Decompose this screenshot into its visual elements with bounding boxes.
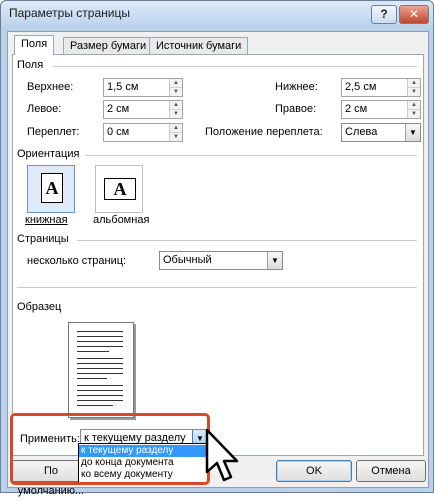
gutter-position-label: Положение переплета: — [205, 126, 323, 138]
landscape-page-icon: A — [104, 178, 136, 200]
spin-down-icon[interactable]: ▼ — [169, 110, 182, 118]
margins-section-label: Поля — [17, 59, 44, 71]
bottom-margin-label: Нижнее: — [275, 81, 318, 93]
orientation-section-label: Ориентация — [17, 148, 80, 160]
bottom-margin-spinner[interactable]: 2,5 см ▲ ▼ — [341, 78, 421, 97]
right-margin-spinner[interactable]: 2 см ▲ ▼ — [341, 100, 421, 119]
tab-paper-size[interactable]: Размер бумаги — [63, 37, 154, 54]
divider — [77, 240, 417, 241]
multiple-pages-value: Обычный — [163, 254, 212, 266]
gutter-position-value: Слева — [345, 126, 378, 138]
spin-down-icon[interactable]: ▼ — [407, 88, 420, 96]
preview-section-label: Образец — [17, 301, 62, 313]
preview-page — [68, 322, 134, 418]
dialog-title: Параметры страницы — [9, 6, 130, 20]
pages-section-label: Страницы — [17, 233, 69, 245]
right-margin-label: Правое: — [275, 103, 317, 115]
left-margin-label: Левое: — [27, 103, 62, 115]
spin-up-icon[interactable]: ▲ — [407, 101, 420, 110]
gutter-label: Переплет: — [27, 126, 80, 138]
landscape-label: альбомная — [93, 214, 150, 226]
divider — [53, 66, 417, 67]
gutter-spinner[interactable]: 0 см ▲ ▼ — [103, 123, 183, 142]
chevron-down-icon[interactable]: ▼ — [405, 124, 420, 141]
spin-down-icon[interactable]: ▼ — [169, 88, 182, 96]
title-bar: Параметры страницы ? ✕ — [1, 1, 433, 27]
help-button[interactable]: ? — [371, 5, 397, 24]
left-margin-spinner[interactable]: 2 см ▲ ▼ — [103, 100, 183, 119]
bottom-margin-value: 2,5 см — [345, 81, 377, 93]
right-margin-value: 2 см — [345, 103, 368, 115]
spin-up-icon[interactable]: ▲ — [169, 124, 182, 133]
top-margin-spinner[interactable]: 1,5 см ▲ ▼ — [103, 78, 183, 97]
tab-paper-source[interactable]: Источник бумаги — [149, 37, 249, 54]
spin-up-icon[interactable]: ▲ — [169, 79, 182, 88]
spin-down-icon[interactable]: ▼ — [407, 110, 420, 118]
mouse-pointer-icon — [205, 428, 239, 482]
spin-down-icon[interactable]: ▼ — [169, 133, 182, 141]
divider — [85, 155, 417, 156]
spin-up-icon[interactable]: ▲ — [169, 101, 182, 110]
multiple-pages-label: несколько страниц: — [27, 255, 127, 267]
highlight-frame — [10, 413, 210, 485]
landscape-option[interactable]: A — [95, 165, 143, 213]
cancel-button[interactable]: Отмена — [356, 460, 426, 482]
left-margin-value: 2 см — [107, 103, 130, 115]
multiple-pages-select[interactable]: Обычный ▼ — [159, 251, 283, 270]
portrait-page-icon: A — [41, 173, 63, 203]
top-margin-value: 1,5 см — [107, 81, 139, 93]
tab-margins[interactable]: Поля — [14, 35, 55, 55]
ok-button[interactable]: OK — [276, 460, 352, 482]
portrait-option[interactable]: A — [27, 165, 75, 213]
divider — [17, 287, 417, 288]
close-button[interactable]: ✕ — [399, 5, 429, 24]
gutter-value: 0 см — [107, 126, 130, 138]
portrait-label: книжная — [25, 214, 68, 226]
gutter-position-select[interactable]: Слева ▼ — [341, 123, 421, 142]
spin-up-icon[interactable]: ▲ — [407, 79, 420, 88]
chevron-down-icon[interactable]: ▼ — [267, 252, 282, 269]
top-margin-label: Верхнее: — [27, 81, 74, 93]
